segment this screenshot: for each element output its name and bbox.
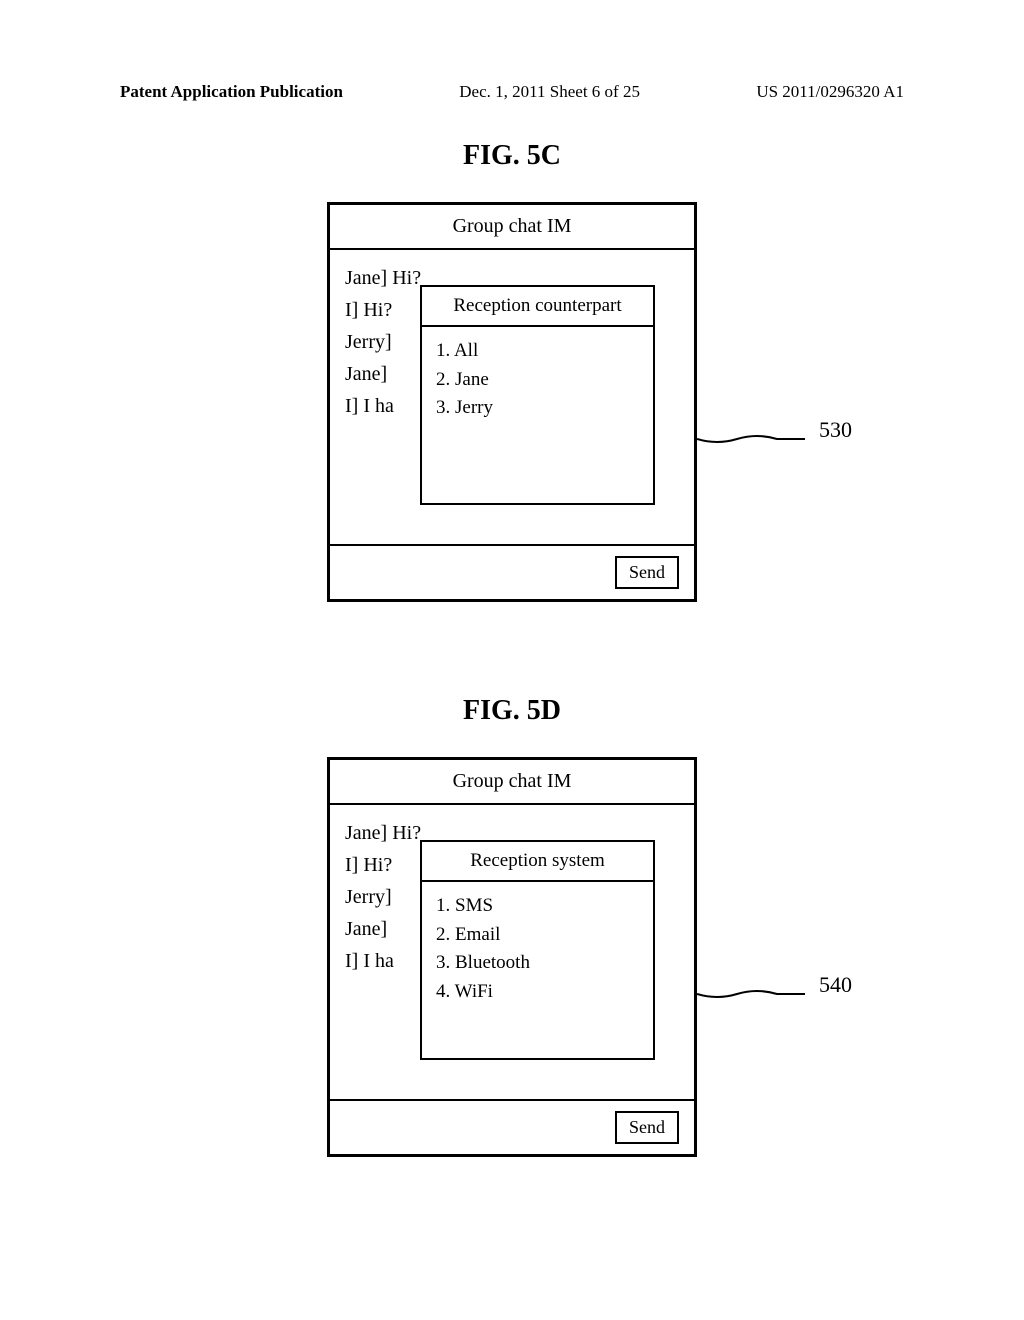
figure-wrapper: Group chat IM Jane] Hi? I] Hi? Jerry] Ja…: [327, 202, 697, 602]
popup-items: 1. SMS 2. Email 3. Bluetooth 4. WiFi: [422, 882, 653, 1016]
input-area[interactable]: Send: [330, 544, 694, 599]
chat-area: Jane] Hi? I] Hi? Jerry] Jane] I] I ha Re…: [330, 250, 694, 540]
popup-title: Reception system: [422, 842, 653, 882]
input-area[interactable]: Send: [330, 1099, 694, 1154]
popup-item[interactable]: 2. Email: [436, 921, 639, 950]
figure-label: FIG. 5D: [327, 695, 697, 727]
title-bar: Group chat IM: [330, 205, 694, 250]
popup-title: Reception counterpart: [422, 287, 653, 327]
device-frame: Group chat IM Jane] Hi? I] Hi? Jerry] Ja…: [327, 757, 697, 1157]
send-button[interactable]: Send: [615, 1111, 679, 1144]
reference-number: 540: [819, 972, 852, 998]
popup-item[interactable]: 3. Bluetooth: [436, 949, 639, 978]
callout-line-icon: [697, 982, 807, 1007]
callout-line-icon: [697, 427, 807, 452]
send-button[interactable]: Send: [615, 556, 679, 589]
reference-number: 530: [819, 417, 852, 443]
figure-5d: FIG. 5D Group chat IM Jane] Hi? I] Hi? J…: [327, 695, 697, 1157]
figure-5c: FIG. 5C Group chat IM Jane] Hi? I] Hi? J…: [327, 140, 697, 602]
title-bar: Group chat IM: [330, 760, 694, 805]
popup-item[interactable]: 4. WiFi: [436, 978, 639, 1007]
popup-item[interactable]: 3. Jerry: [436, 394, 639, 423]
figure-wrapper: Group chat IM Jane] Hi? I] Hi? Jerry] Ja…: [327, 757, 697, 1157]
header-publication: Patent Application Publication: [120, 82, 343, 102]
popup-item[interactable]: 2. Jane: [436, 366, 639, 395]
popup-reception-counterpart[interactable]: Reception counterpart 1. All 2. Jane 3. …: [420, 285, 655, 505]
popup-item[interactable]: 1. All: [436, 337, 639, 366]
chat-area: Jane] Hi? I] Hi? Jerry] Jane] I] I ha Re…: [330, 805, 694, 1095]
header-date-sheet: Dec. 1, 2011 Sheet 6 of 25: [459, 82, 640, 102]
popup-items: 1. All 2. Jane 3. Jerry: [422, 327, 653, 433]
page-header: Patent Application Publication Dec. 1, 2…: [120, 82, 904, 102]
popup-reception-system[interactable]: Reception system 1. SMS 2. Email 3. Blue…: [420, 840, 655, 1060]
header-patent-number: US 2011/0296320 A1: [756, 82, 904, 102]
device-frame: Group chat IM Jane] Hi? I] Hi? Jerry] Ja…: [327, 202, 697, 602]
popup-item[interactable]: 1. SMS: [436, 892, 639, 921]
figure-label: FIG. 5C: [327, 140, 697, 172]
